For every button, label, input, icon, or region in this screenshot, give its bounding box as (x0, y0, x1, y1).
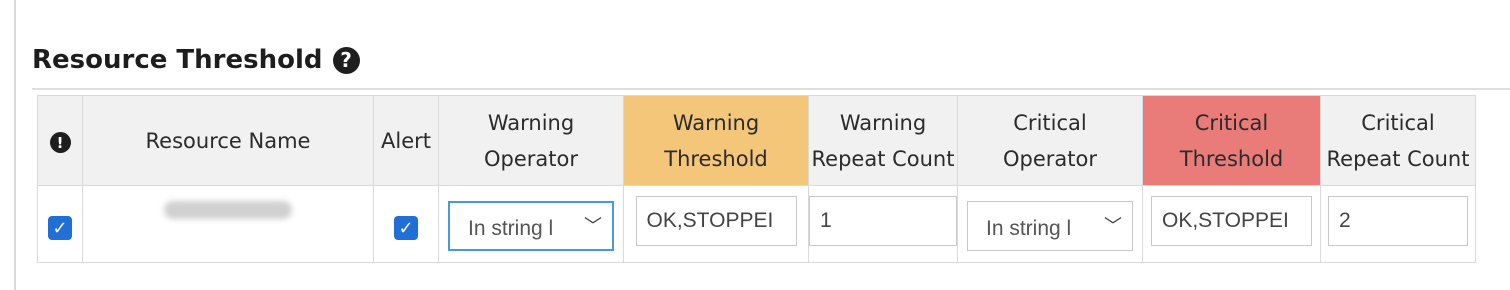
section-title: Resource Threshold ? (32, 40, 360, 80)
critical-repeat-cell: 2 (1320, 185, 1476, 263)
section-divider (32, 88, 1510, 90)
warning-repeat-cell: 1 (808, 185, 958, 263)
warning-repeat-count-header: Warning Repeat Count (808, 95, 958, 186)
chevron-down-icon: ﹀ (584, 216, 602, 236)
question-circle-icon[interactable]: ? (332, 46, 360, 74)
critical-repeat-count-header: Critical Repeat Count (1320, 95, 1476, 186)
status-column-header: ! (37, 95, 83, 186)
warning-repeat-count-input[interactable]: 1 (809, 196, 957, 246)
resource-name-cell (82, 185, 374, 263)
critical-operator-cell: In string l ﹀ (957, 185, 1143, 263)
warning-operator-select[interactable]: In string l ﹀ (448, 201, 614, 251)
exclamation-circle-icon: ! (49, 132, 71, 153)
warning-threshold-input[interactable]: OK,STOPPEI (635, 196, 797, 246)
resource-name-blurred (164, 200, 292, 219)
panel-left-border (14, 0, 16, 290)
warning-operator-header: Warning Operator (438, 95, 624, 186)
critical-threshold-header: Critical Threshold (1142, 95, 1321, 186)
alert-checkbox[interactable]: ✓ (394, 216, 418, 240)
critical-operator-select[interactable]: In string l ﹀ (967, 201, 1133, 251)
resource-threshold-table: ! Resource Name Alert Warning Operator W… (37, 95, 1476, 263)
row-enabled-cell: ✓ (37, 185, 83, 263)
section-title-text: Resource Threshold (32, 45, 323, 75)
table-row: ✓ ✓ In string l ﹀ OK,STOPPEI 1 In string… (37, 185, 1476, 263)
critical-operator-header: Critical Operator (957, 95, 1143, 186)
chevron-down-icon: ﹀ (1104, 216, 1122, 236)
warning-operator-cell: In string l ﹀ (438, 185, 624, 263)
warning-threshold-header: Warning Threshold (623, 95, 809, 186)
alert-header: Alert (373, 95, 439, 186)
critical-threshold-cell: OK,STOPPEI (1142, 185, 1321, 263)
warning-threshold-cell: OK,STOPPEI (623, 185, 809, 263)
critical-threshold-input[interactable]: OK,STOPPEI (1151, 196, 1312, 246)
alert-cell: ✓ (373, 185, 439, 263)
resource-name-header: Resource Name (82, 95, 374, 186)
table-header-row: ! Resource Name Alert Warning Operator W… (37, 95, 1476, 186)
critical-repeat-count-input[interactable]: 2 (1328, 196, 1468, 246)
row-enabled-checkbox[interactable]: ✓ (48, 216, 72, 240)
